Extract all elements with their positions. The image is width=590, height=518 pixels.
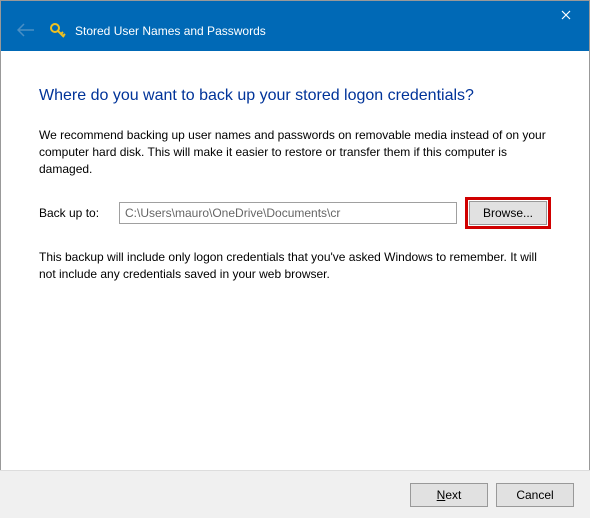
note-paragraph: This backup will include only logon cred… [39, 249, 551, 283]
titlebar: Stored User Names and Passwords [1, 1, 589, 51]
intro-paragraph: We recommend backing up user names and p… [39, 127, 551, 177]
browse-highlight: Browse... [465, 197, 551, 229]
back-arrow-icon[interactable] [17, 21, 35, 42]
backup-path-row: Back up to: Browse... [39, 197, 551, 229]
close-button[interactable] [543, 1, 589, 29]
window-title: Stored User Names and Passwords [75, 24, 266, 38]
backup-path-input[interactable] [119, 202, 457, 224]
next-button[interactable]: Next [410, 483, 488, 507]
cancel-button[interactable]: Cancel [496, 483, 574, 507]
close-icon [561, 10, 571, 20]
footer: Next Cancel [0, 470, 590, 518]
page-heading: Where do you want to back up your stored… [39, 87, 551, 105]
browse-button[interactable]: Browse... [469, 201, 547, 225]
key-icon [49, 22, 67, 40]
content-area: Where do you want to back up your stored… [1, 51, 589, 283]
backup-path-label: Back up to: [39, 206, 119, 220]
